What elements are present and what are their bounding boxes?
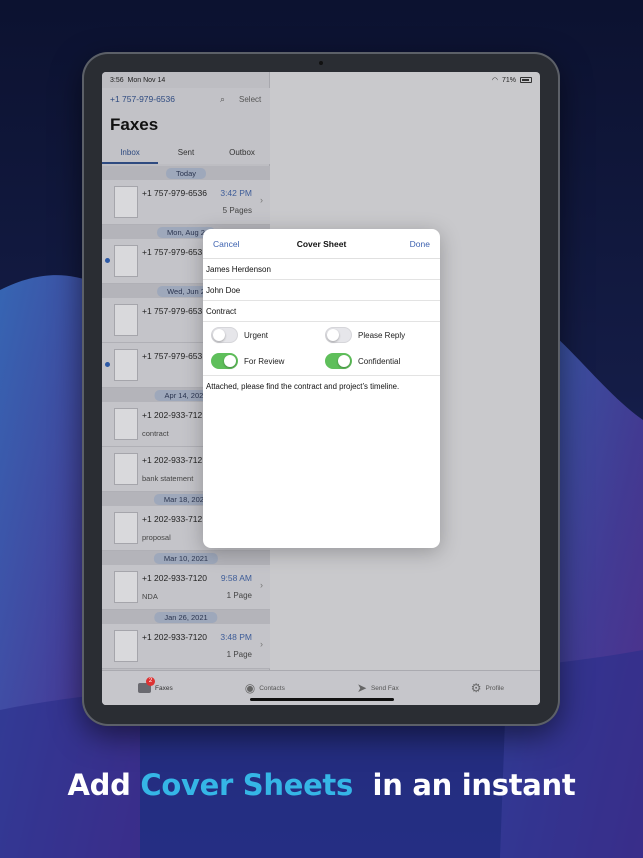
- caption-accent: Cover Sheets: [140, 768, 353, 802]
- fax-thumbnail: [114, 304, 138, 336]
- fax-subject: bank statement: [142, 474, 194, 483]
- fax-number: +1 202-933-7120: [142, 573, 207, 583]
- profile-gear-icon: ⚙: [470, 681, 482, 695]
- select-button[interactable]: Select: [239, 95, 261, 104]
- fax-number: +1 202-933-712: [142, 410, 203, 420]
- tabbar-send-fax-label: Send Fax: [370, 684, 399, 692]
- tabbar-faxes[interactable]: 2 Faxes: [138, 677, 173, 693]
- urgent-label: Urgent: [244, 330, 269, 340]
- please-reply-option: Please Reply: [325, 327, 405, 343]
- ipad-device: +1 757-979-6536 ⌕ Select Faxes Inbox Sen…: [82, 52, 560, 726]
- note-textarea[interactable]: Attached, please find the contract and p…: [203, 376, 440, 397]
- fax-thumbnail: [114, 571, 138, 603]
- chevron-right-icon: ›: [260, 639, 263, 649]
- fax-number: +1 202-933-7120: [142, 632, 207, 642]
- camera-dot: [319, 61, 323, 65]
- fax-time: 3:48 PM: [220, 632, 252, 642]
- status-time: 3:56: [110, 76, 124, 84]
- cover-sheet-dialog: Cancel Cover Sheet Done James Herdenson …: [203, 229, 440, 548]
- search-icon[interactable]: ⌕: [220, 94, 225, 105]
- tab-sent[interactable]: Sent: [158, 144, 214, 164]
- date-separator: Today: [102, 166, 270, 180]
- tabbar-contacts-label: Contacts: [259, 684, 285, 692]
- cover-sheet-options: Urgent Please Reply For Review Confident…: [203, 322, 440, 376]
- fax-subject: contract: [142, 429, 169, 438]
- status-date: Mon Nov 14: [127, 76, 166, 84]
- fax-number: +1 757-979-653: [142, 306, 203, 316]
- date-label: Today: [165, 168, 207, 179]
- folder-tabs: Inbox Sent Outbox: [102, 144, 270, 164]
- status-bar: 3:56 Mon Nov 14 ◠ 71%: [102, 72, 540, 88]
- fax-number: +1 202-933-712: [142, 455, 203, 465]
- account-phone-link[interactable]: +1 757-979-6536: [110, 94, 175, 104]
- fax-thumbnail: [114, 245, 138, 277]
- fax-number: +1 202-933-712: [142, 514, 203, 524]
- fax-time: 3:42 PM: [220, 188, 252, 198]
- done-button[interactable]: Done: [410, 239, 430, 249]
- chevron-right-icon: ›: [260, 580, 263, 590]
- fax-subject: NDA: [142, 592, 158, 601]
- fax-pages: 5 Pages: [222, 206, 252, 215]
- page-title: Faxes: [110, 115, 159, 134]
- fax-number: +1 757-979-653: [142, 351, 203, 361]
- list-item[interactable]: +1 202-933-7120 NDA 9:58 AM 1 Page ›: [102, 565, 270, 610]
- fax-thumbnail: [114, 453, 138, 485]
- urgent-toggle[interactable]: [211, 327, 238, 343]
- wifi-icon: ◠: [491, 77, 498, 84]
- fax-thumbnail: [114, 512, 138, 544]
- dialog-title: Cover Sheet: [296, 239, 347, 249]
- subject-field[interactable]: Contract: [203, 301, 440, 322]
- date-label: Jan 26, 2021: [154, 612, 218, 623]
- fax-thumbnail: [114, 349, 138, 381]
- confidential-option: Confidential: [325, 353, 400, 369]
- date-separator: Jan 26, 2021: [102, 610, 270, 624]
- fax-number: +1 757-979-653: [142, 247, 203, 257]
- confidential-toggle[interactable]: [325, 353, 352, 369]
- caption-pre: Add: [67, 768, 141, 802]
- for-review-option: For Review: [211, 353, 284, 369]
- tab-outbox[interactable]: Outbox: [214, 144, 270, 164]
- for-review-toggle[interactable]: [211, 353, 238, 369]
- chevron-right-icon: ›: [260, 195, 263, 205]
- confidential-label: Confidential: [358, 356, 401, 366]
- list-item[interactable]: +1 757-979-6536 3:42 PM 5 Pages ›: [102, 180, 270, 225]
- fax-thumbnail: [114, 186, 138, 218]
- date-label: Mar 10, 2021: [153, 553, 219, 564]
- tabbar-contacts[interactable]: ◉ Contacts: [245, 681, 285, 695]
- please-reply-label: Please Reply: [358, 330, 406, 340]
- battery-icon: [520, 77, 532, 83]
- home-indicator: [250, 698, 394, 701]
- promo-caption: Add Cover Sheets in an instant: [0, 768, 643, 802]
- please-reply-toggle[interactable]: [325, 327, 352, 343]
- fax-pages: 1 Page: [226, 650, 252, 659]
- battery-percent: 71%: [501, 76, 516, 84]
- tabbar-send-fax[interactable]: ➤ Send Fax: [357, 681, 399, 695]
- list-item[interactable]: +1 202-933-7120 3:48 PM 1 Page ›: [102, 624, 270, 669]
- fax-thumbnail: [114, 408, 138, 440]
- paper-plane-icon: ➤: [356, 681, 367, 695]
- fax-pages: 1 Page: [226, 591, 252, 600]
- tabbar-faxes-label: Faxes: [155, 684, 173, 692]
- fax-number: +1 757-979-6536: [142, 188, 207, 198]
- recipient-field[interactable]: James Herdenson: [203, 259, 440, 280]
- dialog-header: Cancel Cover Sheet Done: [203, 229, 440, 259]
- sender-field[interactable]: John Doe: [203, 280, 440, 301]
- unread-dot-icon: [105, 258, 110, 263]
- caption-post: in an instant: [352, 768, 576, 802]
- fax-time: 9:58 AM: [220, 573, 252, 583]
- urgent-option: Urgent: [211, 327, 268, 343]
- unread-badge: 2: [146, 677, 155, 686]
- tabbar-profile[interactable]: ⚙ Profile: [471, 681, 504, 695]
- fax-thumbnail: [114, 630, 138, 662]
- unread-dot-icon: [105, 362, 110, 367]
- tab-inbox[interactable]: Inbox: [102, 144, 158, 164]
- contacts-icon: ◉: [244, 681, 256, 695]
- date-separator: Mar 10, 2021: [102, 551, 270, 565]
- for-review-label: For Review: [244, 356, 285, 366]
- tabbar-profile-label: Profile: [485, 684, 504, 692]
- app-screen: +1 757-979-6536 ⌕ Select Faxes Inbox Sen…: [102, 72, 540, 705]
- fax-subject: proposal: [142, 533, 171, 542]
